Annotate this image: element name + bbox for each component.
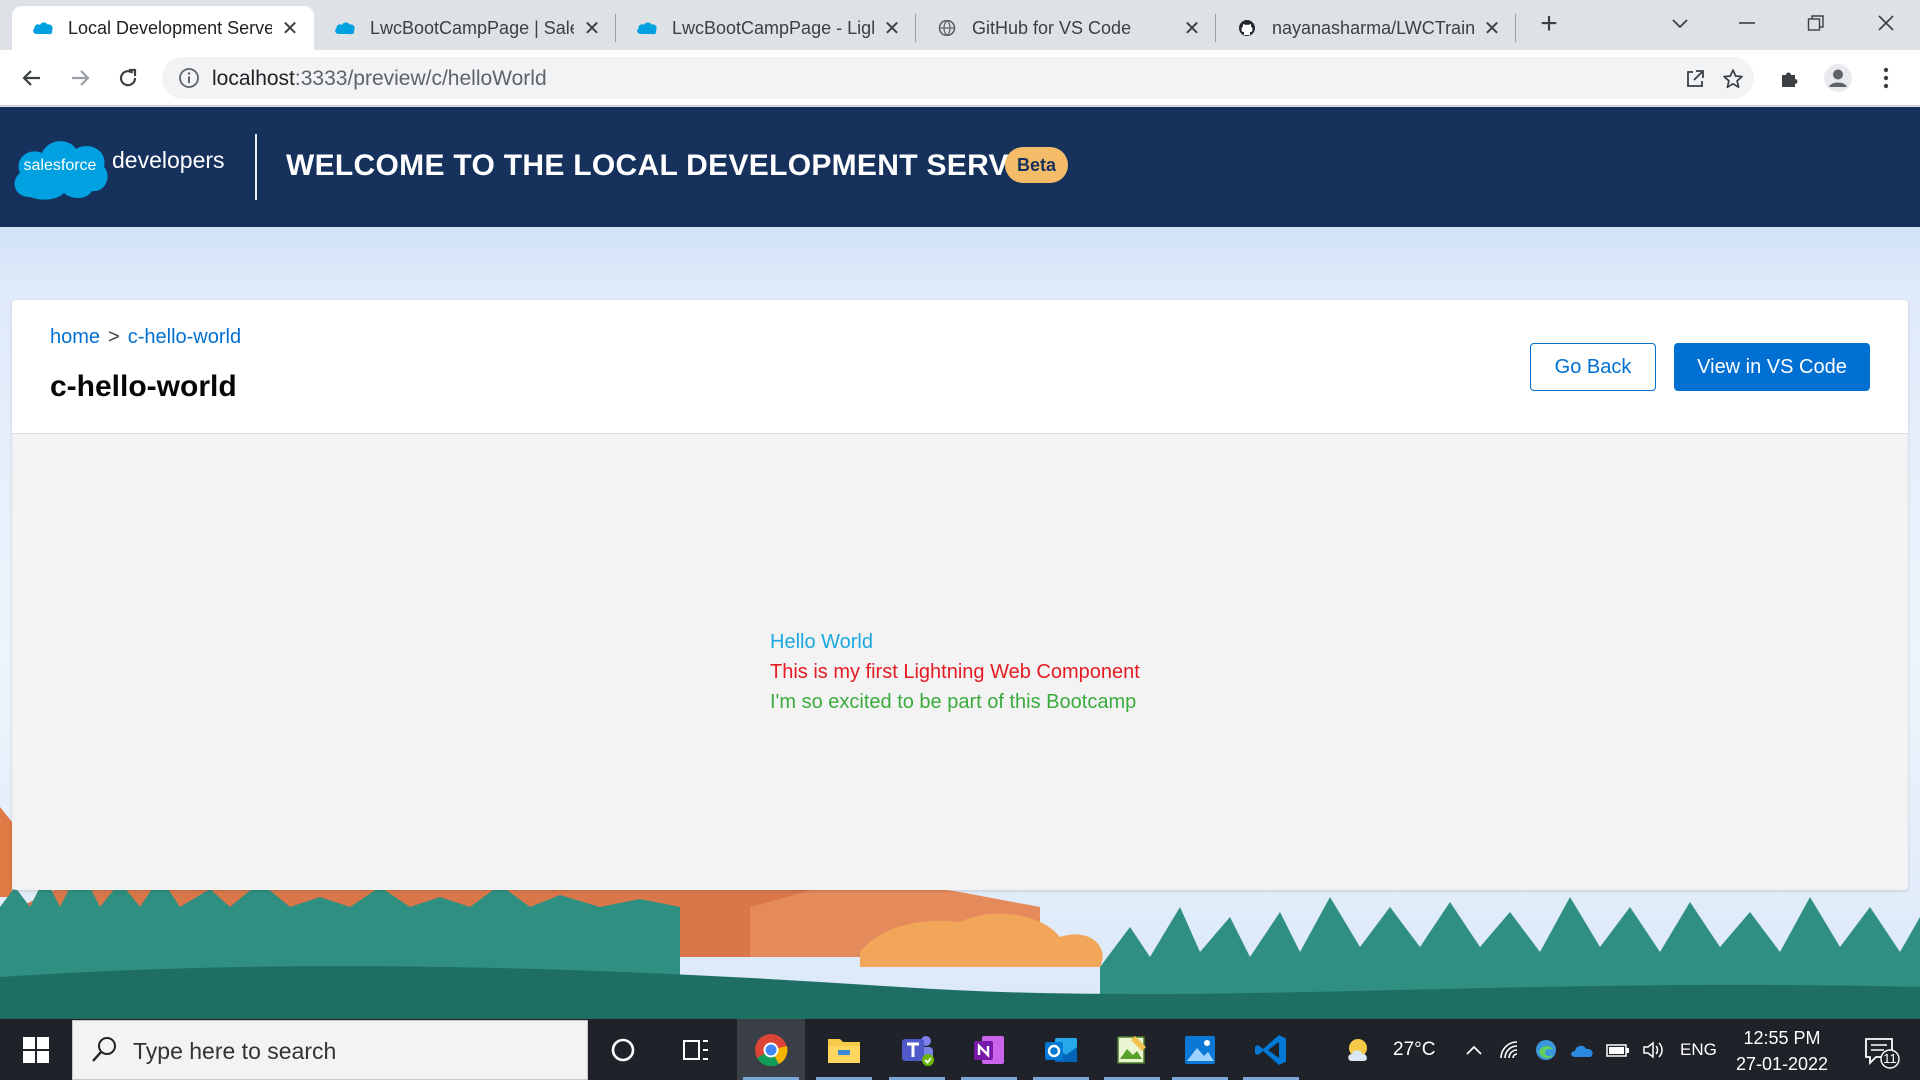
input-language[interactable]: ENG (1680, 1040, 1717, 1060)
hello-line-1: Hello World (770, 631, 873, 653)
tab-title: LwcBootCampPage - Lightning (672, 17, 874, 38)
onenote-icon[interactable] (955, 1019, 1023, 1080)
teams-icon[interactable] (883, 1019, 951, 1080)
tab-lwcbootcamppage-lightning[interactable]: LwcBootCampPage - Lightning ✕ (616, 6, 916, 50)
notification-count: 11 (1883, 1051, 1897, 1066)
tab-search-chevron-icon[interactable] (1660, 6, 1700, 40)
close-icon[interactable]: ✕ (280, 16, 300, 41)
header-divider (255, 134, 257, 200)
extensions-puzzle-icon[interactable] (1774, 62, 1806, 94)
salesforce-cloud-icon (335, 22, 355, 35)
url-path: :3333/preview/c/helloWorld (294, 67, 547, 90)
onedrive-icon[interactable] (1566, 1019, 1598, 1080)
component-title: c-hello-world (50, 370, 237, 403)
vscode-icon[interactable] (1237, 1019, 1305, 1080)
forward-icon[interactable] (64, 62, 96, 94)
component-preview-card: home > c-hello-world c-hello-world Go Back… (12, 300, 1908, 890)
volume-icon[interactable] (1638, 1019, 1670, 1080)
windows-taskbar: Type here to search 27°C ENG 12:55 PM 27… (0, 1019, 1920, 1080)
taskbar-clock[interactable]: 12:55 PM 27-01-2022 (1730, 1025, 1834, 1077)
close-icon[interactable]: ✕ (882, 16, 902, 41)
breadcrumb-separator: > (108, 326, 120, 348)
tab-local-development-server[interactable]: Local Development Server ✕ (12, 6, 314, 50)
restore-icon[interactable] (1796, 6, 1836, 40)
close-icon[interactable]: ✕ (1482, 16, 1502, 41)
developers-label: developers (112, 147, 225, 173)
tab-title: GitHub for VS Code (972, 17, 1132, 38)
reload-icon[interactable] (112, 62, 144, 94)
browser-tab-strip: Local Development Server ✕ LwcBootCampPa… (0, 0, 1920, 50)
globe-icon (938, 20, 956, 36)
page-viewport: salesforce developers Welcome to the Loc… (0, 107, 1920, 1019)
battery-icon[interactable] (1602, 1019, 1634, 1080)
salesforce-logo-text: salesforce (23, 157, 97, 174)
salesforce-logo: salesforce (10, 133, 110, 201)
file-explorer-icon[interactable] (810, 1019, 878, 1080)
url-host: localhost (212, 67, 295, 90)
salesforce-cloud-icon (637, 22, 657, 35)
breadcrumb-home-link[interactable]: home (50, 326, 100, 348)
url-text[interactable]: localhost:3333/preview/c/helloWorld (212, 67, 547, 91)
photos-editor-icon[interactable] (1098, 1019, 1166, 1080)
share-icon[interactable] (1682, 66, 1708, 92)
bookmark-star-icon[interactable] (1720, 66, 1746, 92)
search-placeholder: Type here to search (133, 1038, 337, 1064)
tab-title: LwcBootCampPage | Salesforce (370, 17, 574, 38)
hello-line-3: I'm so excited to be part of this Bootca… (770, 691, 1137, 713)
close-icon[interactable]: ✕ (1182, 16, 1202, 41)
task-view-icon[interactable] (662, 1019, 730, 1080)
view-in-vscode-button[interactable]: View in VS Code (1674, 343, 1870, 391)
edge-icon[interactable] (1530, 1019, 1562, 1080)
github-icon (1239, 20, 1255, 36)
taskbar-search-input[interactable]: Type here to search (72, 1020, 588, 1080)
tab-title: nayanasharma/LWCTraining (1272, 17, 1474, 38)
chevron-up-icon[interactable] (1458, 1019, 1490, 1080)
page-title: Welcome to the Local Development Server (286, 149, 1052, 182)
close-icon[interactable]: ✕ (582, 16, 602, 41)
tab-lwcbootcamppage-salesforce[interactable]: LwcBootCampPage | Salesforce ✕ (314, 6, 616, 50)
tab-github-for-vs-code[interactable]: GitHub for VS Code ✕ (916, 6, 1216, 50)
clock-date: 27-01-2022 (1735, 1054, 1829, 1074)
tab-title: Local Development Server (68, 17, 272, 38)
chrome-icon[interactable] (737, 1019, 805, 1080)
hello-line-2: This is my first Lightning Web Component (770, 661, 1140, 683)
tab-github-repo[interactable]: nayanasharma/LWCTraining ✕ (1216, 6, 1516, 50)
salesforce-cloud-icon (33, 22, 53, 35)
browser-toolbar: localhost:3333/preview/c/helloWorld (0, 50, 1920, 106)
minimize-icon[interactable] (1727, 6, 1767, 40)
tab-separator (1515, 14, 1516, 42)
windows-start-icon[interactable] (0, 1019, 72, 1080)
beta-badge: Beta (1005, 147, 1069, 183)
notification-center-icon[interactable]: 11 (1860, 1033, 1900, 1069)
weather-icon[interactable] (1330, 1019, 1390, 1080)
cortana-icon[interactable] (589, 1019, 657, 1080)
hello-world-output: Hello World This is my first Lightning W… (770, 627, 1140, 717)
address-bar[interactable]: localhost:3333/preview/c/helloWorld (162, 57, 1754, 99)
weather-temperature[interactable]: 27°C (1393, 1039, 1435, 1061)
card-header: home > c-hello-world c-hello-world Go Back… (12, 300, 1908, 434)
breadcrumb: home > c-hello-world (50, 326, 241, 349)
salesforce-dev-header: salesforce developers Welcome to the Loc… (0, 107, 1920, 227)
breadcrumb-current-link[interactable]: c-hello-world (128, 326, 241, 348)
clock-time: 12:55 PM (1743, 1028, 1821, 1048)
search-icon (92, 1037, 116, 1062)
site-info-icon[interactable] (178, 67, 200, 89)
more-menu-icon[interactable] (1870, 62, 1902, 94)
go-back-button[interactable]: Go Back (1530, 343, 1656, 391)
outlook-icon[interactable] (1027, 1019, 1095, 1080)
back-icon[interactable] (16, 62, 48, 94)
photos-icon[interactable] (1166, 1019, 1234, 1080)
network-icon[interactable] (1494, 1019, 1526, 1080)
window-close-icon[interactable] (1866, 6, 1906, 40)
profile-avatar-icon[interactable] (1822, 62, 1854, 94)
new-tab-button[interactable]: + (1534, 9, 1564, 40)
